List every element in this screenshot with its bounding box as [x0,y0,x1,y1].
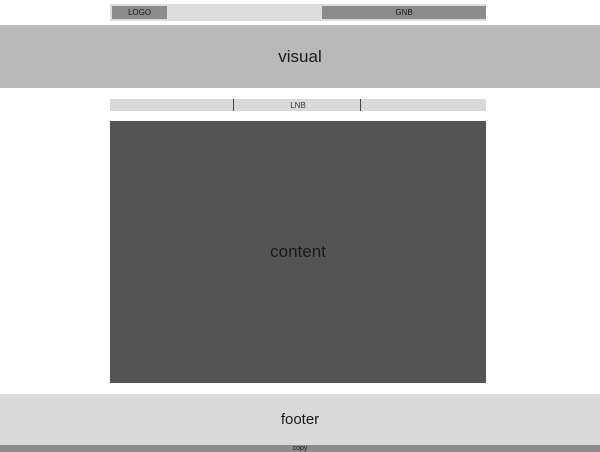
footer-block: footer [0,394,600,445]
lnb-divider-left [233,99,234,111]
lnb-divider-right [360,99,361,111]
gnb-block: GNB [322,6,486,19]
content-block: content [110,121,486,383]
logo-block: LOGO [112,6,167,19]
visual-block: visual [0,25,600,88]
copy-block: copy [0,445,600,452]
lnb-block: LNB [110,99,486,111]
